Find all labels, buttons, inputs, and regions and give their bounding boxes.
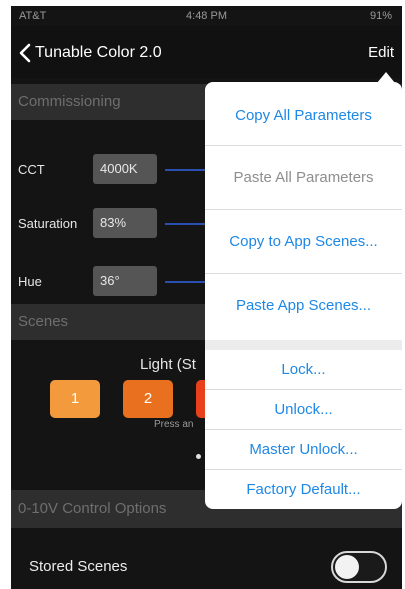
nav-bar: Tunable Color 2.0 Edit bbox=[11, 26, 402, 78]
saturation-value-field[interactable]: 83% bbox=[93, 208, 157, 238]
status-time: 4:48 PM bbox=[186, 10, 227, 22]
cct-value-field[interactable]: 4000K bbox=[93, 154, 157, 184]
factory-default-item[interactable]: Factory Default... bbox=[205, 470, 402, 509]
chevron-left-icon bbox=[19, 43, 31, 63]
paste-all-parameters-item[interactable]: Paste All Parameters bbox=[205, 146, 402, 210]
page-indicator-dot bbox=[196, 454, 201, 459]
back-button[interactable]: Tunable Color 2.0 bbox=[19, 40, 162, 66]
edit-button[interactable]: Edit bbox=[368, 44, 394, 61]
paste-app-scenes-item[interactable]: Paste App Scenes... bbox=[205, 274, 402, 340]
stored-scenes-label: Stored Scenes bbox=[29, 558, 128, 575]
stored-scenes-row: Stored Scenes bbox=[11, 544, 402, 589]
hue-value-field[interactable]: 36° bbox=[93, 266, 157, 296]
toggle-knob bbox=[335, 555, 359, 579]
hue-label: Hue bbox=[18, 274, 42, 289]
status-bar: AT&T 4:48 PM 91% bbox=[11, 6, 402, 26]
scene-button-1[interactable]: 1 bbox=[50, 380, 100, 418]
menu-separator bbox=[205, 340, 402, 350]
press-hint-text: Press an bbox=[154, 419, 194, 430]
battery-label: 91% bbox=[369, 10, 392, 22]
edit-menu-popover: Copy All Parameters Paste All Parameters… bbox=[205, 82, 402, 509]
cct-label: CCT bbox=[18, 162, 45, 177]
master-unlock-item[interactable]: Master Unlock... bbox=[205, 430, 402, 470]
back-button-label: Tunable Color 2.0 bbox=[35, 44, 162, 61]
app-screen: AT&T 4:48 PM 91% Tunable Color 2.0 Edit … bbox=[11, 6, 402, 589]
lock-item[interactable]: Lock... bbox=[205, 350, 402, 390]
light-scene-label: Light (St bbox=[140, 356, 196, 373]
saturation-label: Saturation bbox=[18, 216, 78, 231]
unlock-item[interactable]: Unlock... bbox=[205, 390, 402, 430]
copy-to-app-scenes-item[interactable]: Copy to App Scenes... bbox=[205, 210, 402, 274]
copy-all-parameters-item[interactable]: Copy All Parameters bbox=[205, 82, 402, 146]
stored-scenes-toggle[interactable] bbox=[331, 551, 387, 583]
scene-button-2[interactable]: 2 bbox=[123, 380, 173, 418]
